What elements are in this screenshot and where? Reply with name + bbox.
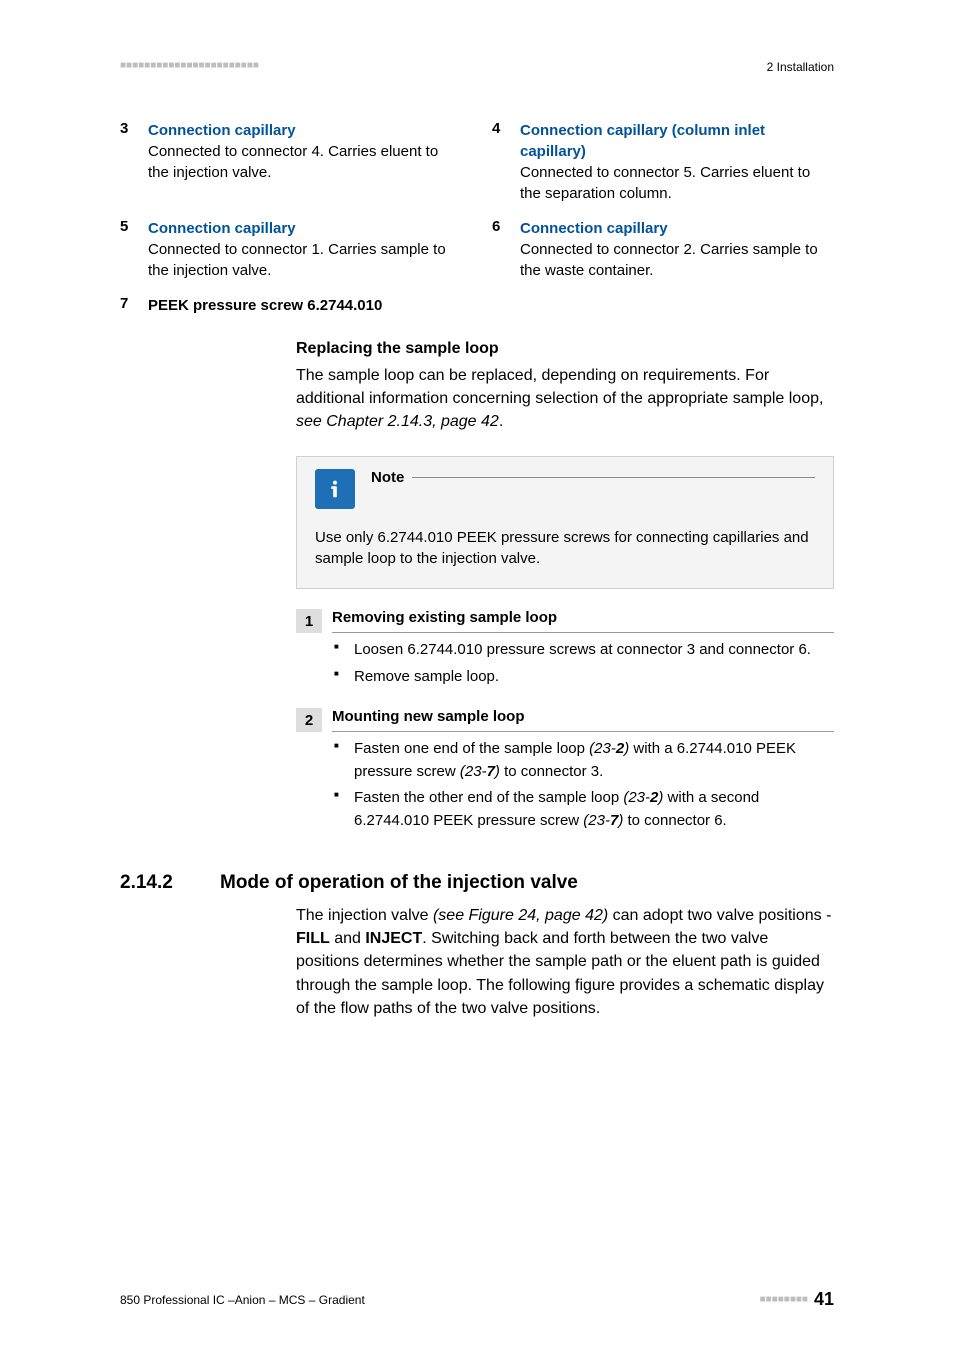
text: Fasten the other end of the sample loop [354, 789, 623, 806]
ref-num: 7 [487, 763, 495, 780]
ref-num: 2 [616, 740, 624, 757]
legend-body: Connected to connector 5. Carries eluent… [520, 162, 834, 204]
legend-row-2: 5 Connection capillary Connected to conn… [120, 218, 834, 281]
legend-num: 7 [120, 295, 148, 316]
legend-item-6: 6 Connection capillary Connected to conn… [492, 218, 834, 281]
legend-body: Connected to connector 2. Carries sample… [520, 239, 834, 281]
step-bullet: Fasten one end of the sample loop (23-2)… [332, 738, 834, 783]
note-rule [412, 477, 815, 478]
text: to connector 3. [500, 763, 603, 780]
replacing-link: see Chapter 2.14.3, page 42 [296, 413, 499, 430]
legend-row-3: 7 PEEK pressure screw 6.2744.010 [120, 295, 834, 316]
footer-marks: ■■■■■■■■ [760, 1294, 808, 1305]
legend-title: Connection capillary [520, 218, 834, 239]
ref: (23- [583, 812, 610, 829]
step-1: 1 Removing existing sample loop Loosen 6… [296, 609, 834, 688]
replacing-text-end: . [499, 413, 503, 430]
ref: (23- [589, 740, 616, 757]
legend-num: 3 [120, 120, 148, 204]
ref: (23- [623, 789, 650, 806]
ref: (see Figure 24, page 42) [433, 907, 608, 924]
legend-title: Connection capillary (column inlet capil… [520, 120, 834, 162]
legend-num: 4 [492, 120, 520, 204]
legend-body: Connected to connector 4. Carries eluent… [148, 141, 462, 183]
chapter-heading: 2.14.2 Mode of operation of the injectio… [120, 872, 834, 894]
breadcrumb: 2 Installation [767, 60, 834, 74]
replacing-heading: Replacing the sample loop [296, 340, 834, 358]
step-title: Mounting new sample loop [332, 708, 834, 732]
step-2: 2 Mounting new sample loop Fasten one en… [296, 708, 834, 832]
step-bullet: Fasten the other end of the sample loop … [332, 787, 834, 832]
note-label: Note [371, 469, 404, 486]
chapter-body: The injection valve (see Figure 24, page… [296, 904, 834, 1020]
footer: 850 Professional IC –Anion – MCS – Gradi… [120, 1289, 834, 1310]
step-bullet: Remove sample loop. [332, 666, 834, 689]
legend-body: Connected to connector 1. Carries sample… [148, 239, 462, 281]
legend-item-5: 5 Connection capillary Connected to conn… [120, 218, 462, 281]
keyword-fill: FILL [296, 930, 330, 947]
step-title: Removing existing sample loop [332, 609, 834, 633]
text: to connector 6. [623, 812, 726, 829]
footer-left: 850 Professional IC –Anion – MCS – Gradi… [120, 1293, 365, 1307]
legend-row-1: 3 Connection capillary Connected to conn… [120, 120, 834, 204]
note-box: Note Use only 6.2744.010 PEEK pressure s… [296, 456, 834, 590]
keyword-inject: INJECT [365, 930, 422, 947]
step-number: 1 [296, 609, 322, 633]
ref: (23- [460, 763, 487, 780]
header-marks: ■■■■■■■■■■■■■■■■■■■■■■■ [120, 60, 259, 71]
replacing-para: The sample loop can be replaced, dependi… [296, 364, 834, 434]
text: and [330, 930, 366, 947]
info-icon [315, 469, 355, 509]
footer-page-number: 41 [814, 1289, 834, 1310]
chapter-number: 2.14.2 [120, 872, 220, 894]
legend-title: Connection capillary [148, 120, 462, 141]
legend-item-7: 7 PEEK pressure screw 6.2744.010 [120, 295, 462, 316]
chapter-title: Mode of operation of the injection valve [220, 872, 578, 894]
replacing-text-a: The sample loop can be replaced, dependi… [296, 367, 823, 407]
text: can adopt two valve positions - [608, 907, 831, 924]
note-body: Use only 6.2744.010 PEEK pressure screws… [297, 521, 833, 589]
legend-title: PEEK pressure screw 6.2744.010 [148, 295, 462, 316]
step-number: 2 [296, 708, 322, 732]
text: Fasten one end of the sample loop [354, 740, 589, 757]
replacing-section: Replacing the sample loop The sample loo… [296, 340, 834, 832]
legend-num: 6 [492, 218, 520, 281]
legend-item-3: 3 Connection capillary Connected to conn… [120, 120, 462, 204]
legend-title: Connection capillary [148, 218, 462, 239]
step-bullet: Loosen 6.2744.010 pressure screws at con… [332, 639, 834, 662]
legend-item-4: 4 Connection capillary (column inlet cap… [492, 120, 834, 204]
legend-num: 5 [120, 218, 148, 281]
text: The injection valve [296, 907, 433, 924]
